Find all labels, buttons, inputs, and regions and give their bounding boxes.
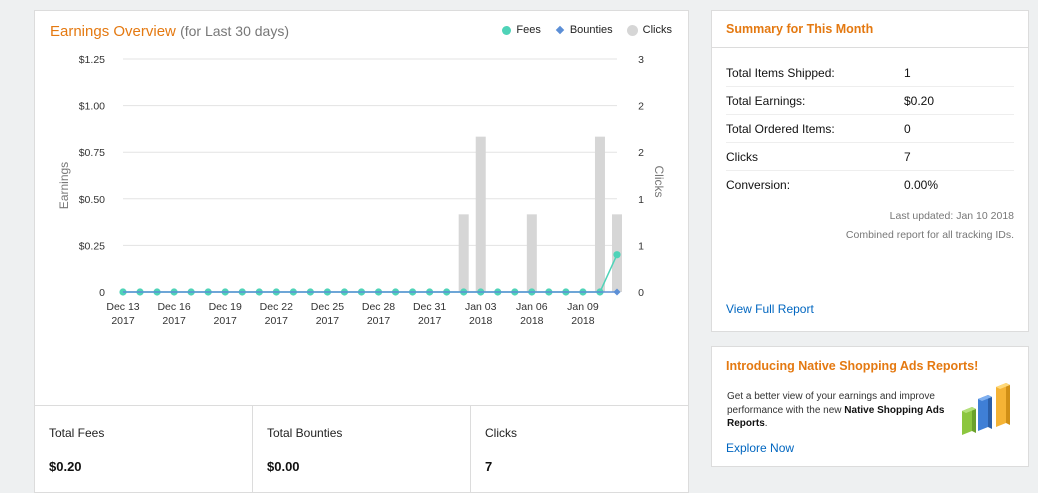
- summary-row: Clicks 7: [726, 143, 1014, 171]
- x-tick-year-label: 2017: [316, 315, 340, 327]
- x-tick-year-label: 2017: [162, 315, 186, 327]
- y-tick-label: $0.75: [79, 147, 105, 159]
- summary-row-label: Total Earnings:: [726, 93, 806, 108]
- y-tick-label: 0: [99, 287, 105, 299]
- summary-row-value: 0.00%: [904, 178, 939, 192]
- x-tick-label: Dec 25: [311, 301, 344, 313]
- total-fees-value: $0.20: [49, 459, 82, 474]
- combined-report-note: Combined report for all tracking IDs.: [845, 229, 1014, 241]
- native-shopping-ads-card: Introducing Native Shopping Ads Reports!…: [711, 346, 1029, 467]
- y2-tick-label: 0: [638, 287, 644, 299]
- summary-row-value: 1: [904, 65, 911, 80]
- x-tick-year-label: 2017: [367, 315, 391, 327]
- y-tick-label: $1.25: [79, 54, 105, 66]
- native-ads-title: Introducing Native Shopping Ads Reports!: [726, 359, 979, 373]
- x-tick-year-label: 2017: [265, 315, 289, 327]
- native-ads-description: Get a better view of your earnings and i…: [727, 390, 952, 431]
- y-tick-label: $1.00: [79, 101, 105, 113]
- x-tick-year-label: 2017: [214, 315, 238, 327]
- total-clicks-cell: Clicks 7: [471, 406, 688, 492]
- fees-point: [613, 251, 621, 259]
- x-tick-year-label: 2017: [111, 315, 135, 327]
- total-bounties-value: $0.00: [267, 459, 300, 474]
- view-full-report-link[interactable]: View Full Report: [726, 302, 814, 316]
- x-tick-label: Dec 13: [106, 301, 139, 313]
- x-tick-label: Dec 31: [413, 301, 446, 313]
- y2-tick-label: 2: [638, 147, 644, 159]
- x-tick-label: Jan 06: [516, 301, 548, 313]
- y2-tick-label: 2: [638, 101, 644, 113]
- total-clicks-value: 7: [485, 459, 493, 474]
- total-clicks-label: Clicks: [485, 426, 517, 440]
- summary-notes: Last updated: Jan 10 2018 Combined repor…: [712, 207, 1028, 245]
- y-tick-label: $0.25: [79, 240, 105, 252]
- y-axis-label: Earnings: [57, 162, 71, 209]
- y2-tick-label: 3: [638, 54, 644, 66]
- bar-chart-icon: [962, 383, 1010, 435]
- summary-row-value: 0: [904, 121, 911, 136]
- total-fees-label: Total Fees: [49, 426, 105, 440]
- x-tick-label: Jan 09: [567, 301, 599, 313]
- total-fees-cell: Total Fees $0.20: [35, 406, 253, 492]
- summary-row: Total Earnings: $0.20: [726, 87, 1014, 115]
- total-bounties-label: Total Bounties: [267, 426, 343, 440]
- earnings-chart: $1.25 3 $1.00 2 $0.75 2 $0.50 1 $0.25 1 0 0 Earnings…: [57, 54, 666, 327]
- x-tick-label: Dec 19: [209, 301, 242, 313]
- summary-row-value: 7: [904, 149, 911, 164]
- clicks-bar: [458, 214, 469, 292]
- x-tick-year-label: 2018: [571, 315, 595, 327]
- summary-row-label: Conversion:: [726, 178, 791, 192]
- y2-tick-label: 1: [638, 194, 644, 206]
- x-tick-label: Dec 22: [260, 301, 293, 313]
- x-tick-label: Dec 28: [362, 301, 395, 313]
- clicks-bar: [594, 136, 605, 292]
- summary-row-label: Total Ordered Items:: [726, 121, 835, 136]
- x-tick-label: Jan 03: [465, 301, 497, 313]
- earnings-overview-card: Earnings Overview (for Last 30 days) Fee…: [34, 10, 689, 493]
- summary-title: Summary for This Month: [712, 11, 1028, 48]
- x-tick-year-label: 2018: [469, 315, 493, 327]
- y2-tick-label: 1: [638, 240, 644, 252]
- summary-row: Total Items Shipped: 1: [726, 59, 1014, 87]
- summary-table: Total Items Shipped: 1 Total Earnings: $…: [726, 59, 1014, 199]
- native-ads-text-end: .: [764, 418, 768, 429]
- totals-row: Total Fees $0.20 Total Bounties $0.00 Cl…: [35, 405, 688, 492]
- x-tick-label: Dec 16: [157, 301, 190, 313]
- x-tick-year-label: 2018: [520, 315, 544, 327]
- summary-card: Summary for This Month Total Items Shipp…: [711, 10, 1029, 332]
- x-tick-year-label: 2017: [418, 315, 442, 327]
- total-bounties-cell: Total Bounties $0.00: [253, 406, 471, 492]
- explore-now-link[interactable]: Explore Now: [726, 441, 794, 455]
- y-tick-label: $0.50: [79, 194, 105, 206]
- clicks-bar: [475, 136, 486, 292]
- last-updated-text: Last updated: Jan 10 2018: [889, 210, 1014, 222]
- summary-row-label: Clicks: [726, 149, 758, 164]
- summary-row-label: Total Items Shipped:: [726, 65, 835, 80]
- fees-line: [123, 254, 618, 293]
- summary-row-value: $0.20: [904, 93, 935, 108]
- y2-axis-label: Clicks: [652, 166, 666, 198]
- clicks-bar: [526, 214, 537, 292]
- summary-row: Total Ordered Items: 0: [726, 115, 1014, 143]
- summary-row: Conversion: 0.00%: [726, 171, 1014, 199]
